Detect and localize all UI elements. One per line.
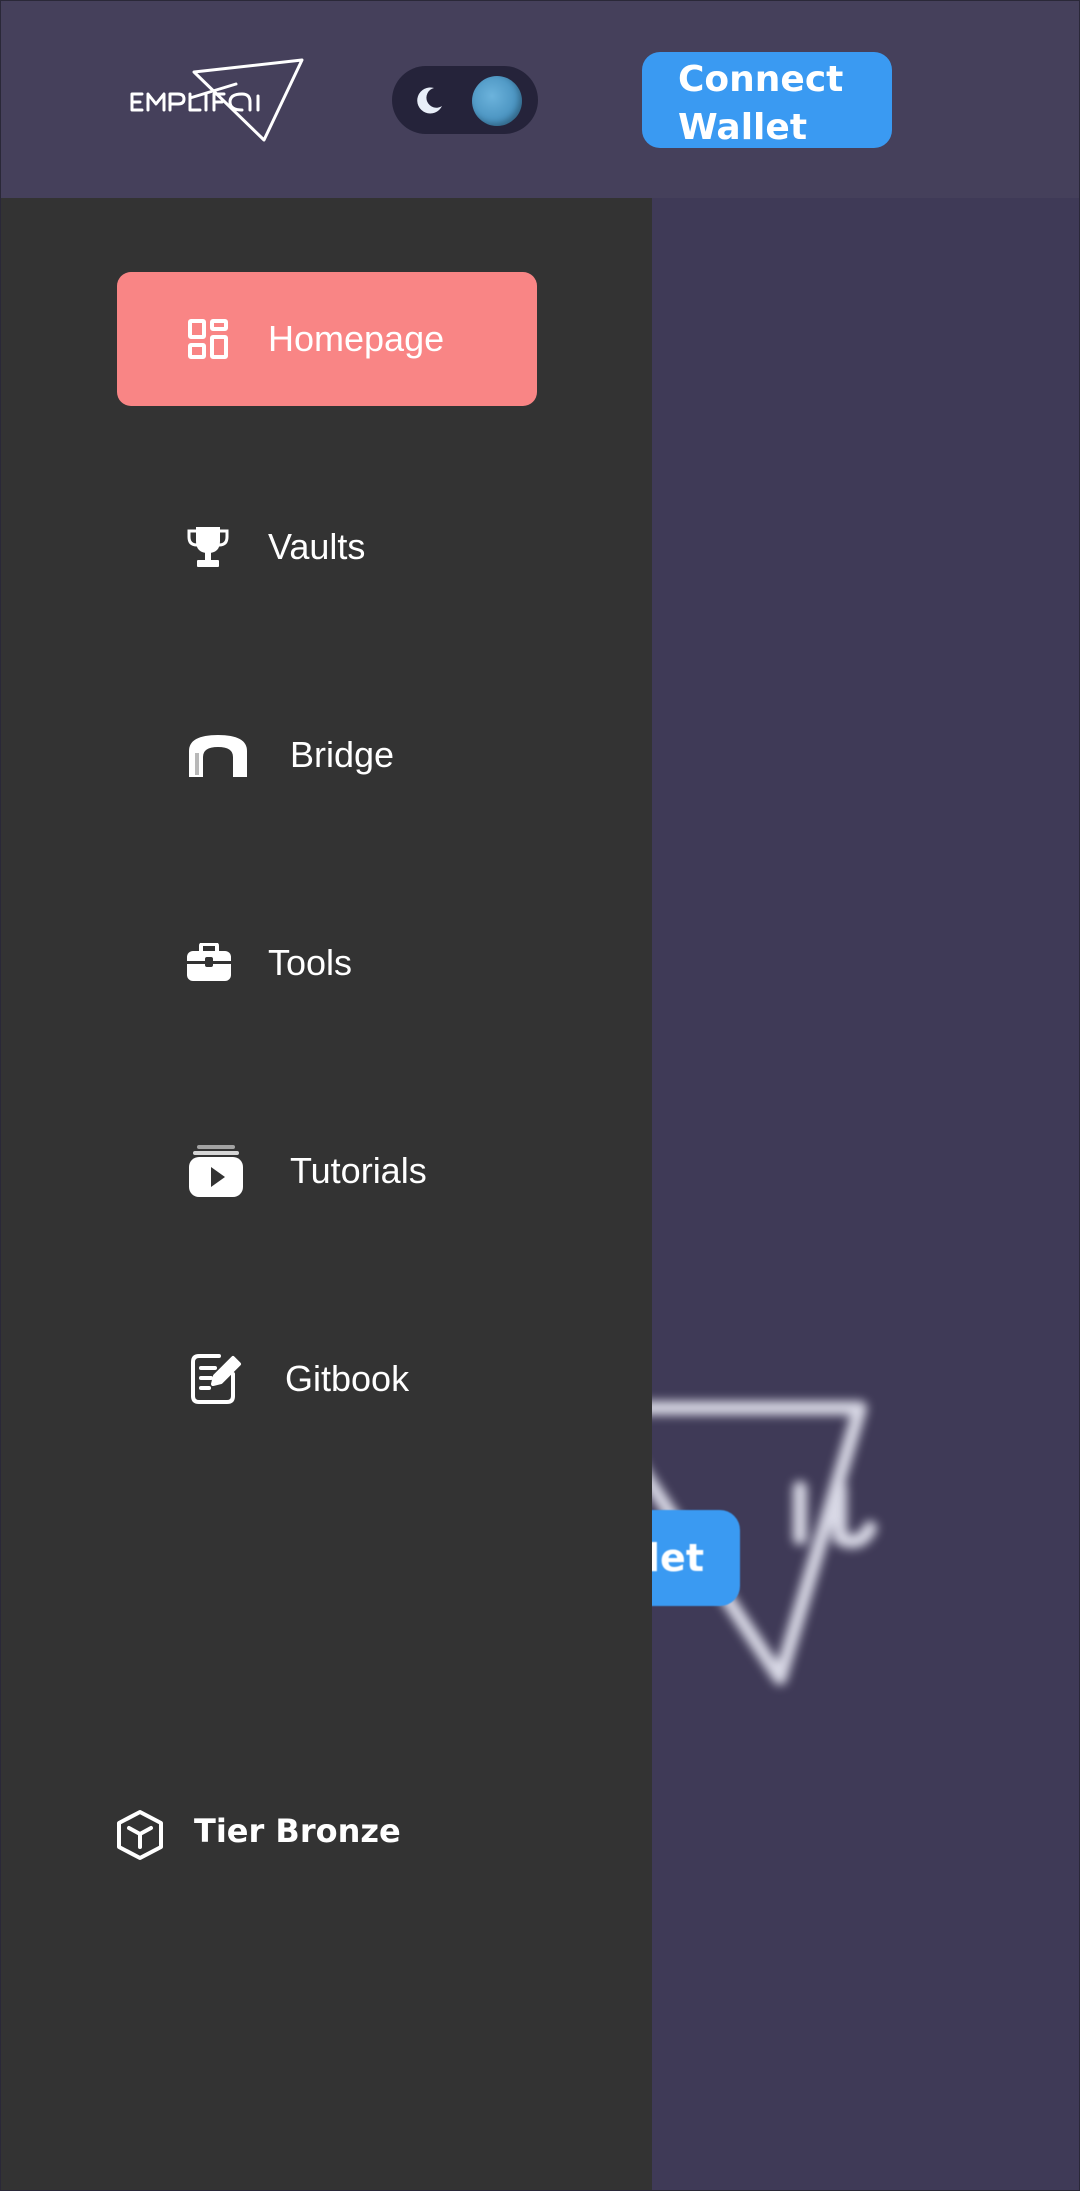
- sidebar-item-homepage[interactable]: Homepage: [117, 272, 537, 406]
- sidebar-menu: Homepage Vaults Bridge Tools Tutorials G…: [0, 198, 652, 2191]
- top-header: Connect Wallet: [0, 0, 1080, 198]
- cube-icon: [117, 1810, 163, 1860]
- theme-toggle[interactable]: [392, 66, 538, 134]
- sidebar-item-gitbook[interactable]: Gitbook: [117, 1312, 537, 1446]
- moon-icon: [417, 87, 442, 114]
- sidebar-item-label: Bridge: [290, 734, 395, 775]
- video-play-icon: [189, 1145, 243, 1197]
- sidebar-item-label: Vaults: [268, 526, 366, 567]
- sidebar-item-label: Tutorials: [290, 1150, 427, 1191]
- toggle-knob: [472, 76, 522, 126]
- trophy-icon: [187, 527, 229, 567]
- dashboard-grid-icon: [188, 319, 228, 359]
- emplifai-logo[interactable]: [124, 54, 314, 146]
- connect-wallet-label-line1: Connect: [678, 59, 844, 100]
- sidebar-item-bridge[interactable]: Bridge: [117, 688, 537, 822]
- sidebar-item-label: Gitbook: [285, 1358, 410, 1399]
- edit-document-icon: [191, 1354, 241, 1404]
- connect-wallet-label-line2: Wallet: [678, 107, 808, 148]
- toolbox-icon: [187, 943, 231, 981]
- sidebar-item-vaults[interactable]: Vaults: [117, 480, 537, 614]
- sidebar-item-tutorials[interactable]: Tutorials: [117, 1104, 537, 1238]
- bridge-arch-icon: [189, 735, 247, 777]
- sidebar-item-label: Tools: [268, 942, 353, 983]
- sidebar-item-label: Homepage: [268, 318, 445, 359]
- tier-badge: Tier Bronze: [114, 1806, 434, 1860]
- sidebar-item-tools[interactable]: Tools: [117, 896, 537, 1030]
- tier-label: Tier Bronze: [194, 1812, 401, 1850]
- connect-wallet-button[interactable]: Connect Wallet: [642, 52, 892, 148]
